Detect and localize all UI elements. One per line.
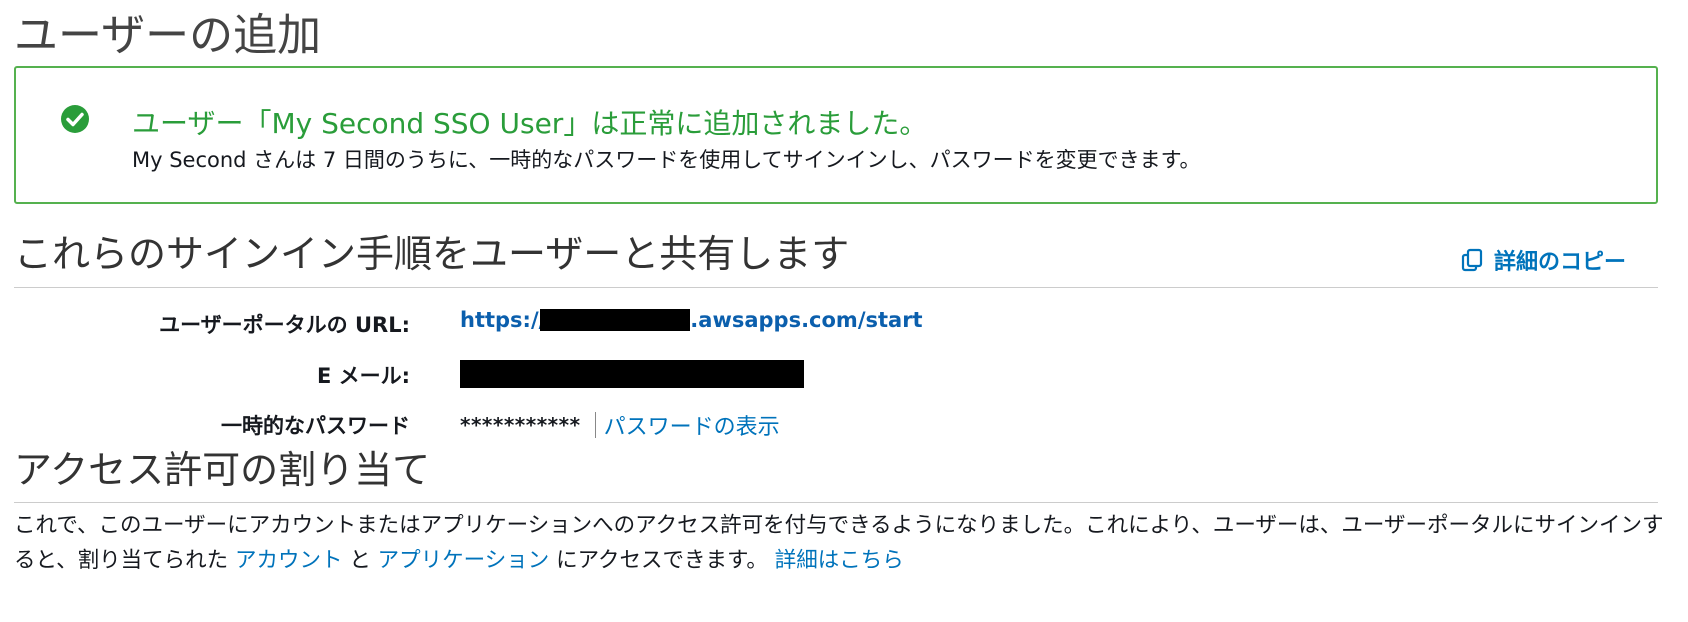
accounts-link[interactable]: アカウント xyxy=(235,548,343,573)
portal-url-prefix: https:// xyxy=(460,308,547,332)
email-label: E メール: xyxy=(316,364,410,388)
redacted-email xyxy=(460,360,804,388)
email-value xyxy=(460,360,804,393)
portal-url-value: https:// .awsapps.com/start xyxy=(460,308,923,332)
success-alert: ユーザー「My Second SSO User」は正常に追加されました。 My … xyxy=(14,66,1658,204)
check-circle-icon xyxy=(60,104,90,134)
access-section-heading: アクセス許可の割り当て xyxy=(14,448,431,492)
copy-details-button[interactable]: 詳細のコピー xyxy=(1460,244,1626,276)
copy-icon xyxy=(1460,247,1486,273)
learn-more-link[interactable]: 詳細はこちら xyxy=(775,548,904,573)
access-description: これで、このユーザーにアカウントまたはアプリケーションへのアクセス許可を付与でき… xyxy=(14,508,1664,578)
redacted-domain xyxy=(540,309,691,331)
access-text-2: と xyxy=(342,548,378,573)
access-text-3: にアクセスできます。 xyxy=(549,548,775,573)
portal-url-suffix: .awsapps.com/start xyxy=(690,308,923,332)
temp-password-value: *********** パスワードの表示 xyxy=(460,409,780,441)
divider xyxy=(14,287,1658,288)
alert-message: My Second さんは 7 日間のうちに、一時的なパスワードを使用してサイン… xyxy=(132,148,1201,172)
portal-url-label: ユーザーポータルの URL: xyxy=(159,313,410,337)
divider xyxy=(14,502,1658,503)
copy-details-label: 詳細のコピー xyxy=(1494,250,1627,275)
portal-url-link[interactable]: https:// .awsapps.com/start xyxy=(460,308,923,332)
temp-password-label: 一時的なパスワード xyxy=(221,414,410,438)
show-password-link[interactable]: パスワードの表示 xyxy=(604,409,780,441)
applications-link[interactable]: アプリケーション xyxy=(378,548,550,573)
signin-section-heading: これらのサインイン手順をユーザーと共有します xyxy=(14,232,850,276)
separator xyxy=(594,412,596,438)
alert-title: ユーザー「My Second SSO User」は正常に追加されました。 xyxy=(132,107,928,140)
page-title: ユーザーの追加 xyxy=(14,10,322,61)
password-mask: *********** xyxy=(460,413,581,437)
